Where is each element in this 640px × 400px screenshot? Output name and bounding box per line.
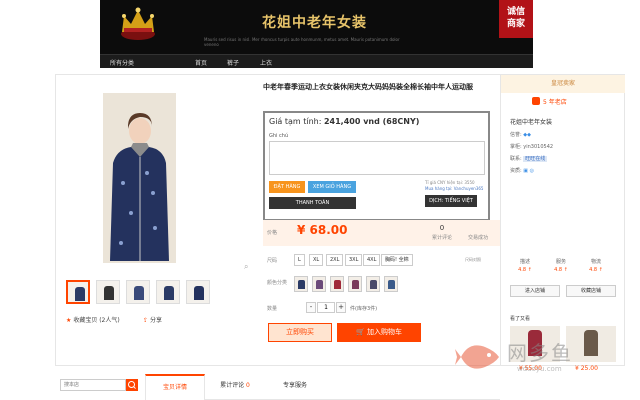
zoom-icon[interactable]: ⌕ — [244, 262, 248, 272]
enter-shop-button[interactable]: 进入店铺 — [510, 285, 560, 297]
buy-now-button[interactable]: 立即购买 — [268, 323, 332, 342]
watermark-url: wduoyu.com — [517, 365, 562, 373]
save-shop-button[interactable]: 收藏店铺 — [566, 285, 616, 297]
score-service: 服务 4.8 ↑ — [554, 259, 568, 273]
quantity-increment-button[interactable]: + — [336, 302, 346, 313]
shop-years-label: 5 年老店 — [543, 99, 567, 106]
checkout-button[interactable]: THANH TOÁN — [269, 197, 356, 209]
score-logistics: 物流 4.8 ↑ — [589, 259, 603, 273]
seller-header: 皇冠卖家 — [501, 75, 625, 93]
detail-tabs: 宝贝详情 累计评论 0 专享服务 — [145, 374, 500, 400]
nav-home[interactable]: 首页 — [195, 58, 207, 67]
translate-button[interactable]: DỊCH: TIẾNG VIỆT — [425, 195, 477, 207]
stock-text: 件(库存3件) — [350, 306, 378, 312]
size-label: 尺码 — [267, 258, 278, 264]
place-order-button[interactable]: ĐẶT HÀNG — [269, 181, 305, 193]
add-to-cart-label: 加入购物车 — [366, 328, 402, 336]
share-icon: ⇪ — [143, 317, 149, 324]
tab-item-details[interactable]: 宝贝详情 — [145, 374, 205, 400]
favorite-label: 收藏宝贝 (2人气) — [73, 317, 120, 324]
tab-reviews[interactable]: 累计评论 0 — [205, 374, 265, 400]
order-plugin-panel: Giá tạm tính: 241,400 vnd (68CNY) Ghi ch… — [263, 111, 490, 221]
size-chart-link[interactable]: 尺码对照 — [465, 257, 481, 263]
size-option-xl[interactable]: XL — [309, 254, 324, 266]
price-amount: ¥ 68.00 — [297, 223, 348, 237]
seller-owner: 掌柜: yin3010542 — [510, 144, 554, 150]
note-textarea[interactable] — [269, 141, 485, 175]
buyer-link[interactable]: Mua hàng tại: Vanchuyen365 — [425, 186, 483, 191]
search-icon[interactable] — [126, 379, 138, 391]
price-label: 价格 — [267, 230, 278, 236]
favorite-link[interactable]: ★ 收藏宝贝 (2人气) — [66, 315, 120, 324]
size-option-l[interactable]: L — [294, 254, 305, 266]
seller-qualification: 资质: ▣ ◎ — [510, 168, 534, 174]
star-icon: ★ — [66, 317, 72, 324]
sales-stat: 交易成功 — [463, 224, 493, 241]
size-option-2xl[interactable]: 2XL — [326, 254, 344, 266]
price-row: 价格 ¥ 68.00 0 累计评论 交易成功 — [263, 220, 500, 246]
badge-top: 诚信 — [506, 7, 525, 17]
product-title: 中老年春季运动上衣女装休闲夹克大码妈妈装全棉长袖中年人运动服 — [263, 83, 473, 91]
fish-logo-icon — [455, 345, 499, 369]
review-label: 累计评论 — [431, 235, 452, 241]
shop-nav: 所有分类 首页 裤子 上衣 — [100, 54, 533, 68]
crown-logo-icon — [121, 7, 155, 40]
color-swatch-1[interactable] — [294, 276, 308, 292]
color-swatch-5[interactable] — [366, 276, 380, 292]
nav-tops[interactable]: 上衣 — [260, 58, 272, 67]
banner-tagline: Mauris sed risus in nisl. Mer rhoncus tu… — [204, 37, 400, 47]
estimated-price-label: Giá tạm tính: — [269, 117, 322, 126]
tab-services[interactable]: 专享服务 — [265, 374, 325, 400]
seller-panel: 皇冠卖家 5 年老店 花姐中老年女装 信誉: ◆◆ 掌柜: yin3010542… — [500, 75, 625, 372]
quantity-decrement-button[interactable]: - — [306, 302, 316, 313]
product-main-image[interactable] — [103, 93, 176, 263]
cart-icon: 🛒 — [356, 328, 365, 336]
color-label: 颜色分类 — [267, 280, 288, 286]
seller-credit: 信誉: ◆◆ — [510, 132, 531, 138]
credit-badge: 诚信 商家 — [499, 0, 533, 38]
shop-age-icon — [532, 97, 540, 105]
share-link[interactable]: ⇪ 分享 — [143, 315, 162, 324]
thumbnail-3[interactable] — [126, 280, 150, 304]
share-label: 分享 — [149, 317, 162, 324]
view-cart-button[interactable]: XEM GIỎ HÀNG — [308, 181, 356, 193]
watermark-name: 网多鱼 — [507, 341, 573, 365]
sales-count — [463, 224, 493, 232]
color-swatch-3[interactable] — [330, 276, 344, 292]
estimated-price-value: 241,400 vnd (68CNY) — [323, 117, 420, 126]
quantity-label: 数量 — [267, 306, 278, 312]
size-option-3xl[interactable]: 3XL — [345, 254, 363, 266]
add-to-cart-button[interactable]: 🛒 加入购物车 — [337, 323, 421, 342]
color-swatch-4[interactable] — [348, 276, 362, 292]
thumbnail-4[interactable] — [156, 280, 180, 304]
score-description: 描述 4.8 ↑ — [518, 259, 532, 273]
quantity-input[interactable] — [317, 302, 335, 313]
shop-banner: 花姐中老年女装 Mauris sed risus in nisl. Mer rh… — [100, 0, 533, 68]
size-option-4xl[interactable]: 4XL — [363, 254, 381, 266]
watermark: 网多鱼 wduoyu.com — [455, 333, 615, 383]
shop-search-input[interactable] — [60, 379, 126, 391]
also-viewed-label: 看了又看 — [510, 316, 531, 322]
color-swatch-6[interactable] — [384, 276, 398, 292]
review-stat[interactable]: 0 累计评论 — [427, 224, 457, 241]
badge-bottom: 商家 — [506, 19, 525, 29]
nav-all-categories[interactable]: 所有分类 — [110, 58, 134, 67]
estimated-price: Giá tạm tính: 241,400 vnd (68CNY) — [269, 117, 419, 126]
nav-pants[interactable]: 裤子 — [227, 58, 239, 67]
exchange-rate-text: Tỉ giá CNY hiện tại: 3550 — [425, 180, 475, 185]
thumbnail-1[interactable] — [66, 280, 90, 304]
note-label: Ghi chú — [269, 133, 289, 139]
size-option-cotton[interactable]: 胸码! 全棉 — [381, 254, 413, 266]
thumbnail-2[interactable] — [96, 280, 120, 304]
color-swatch-2[interactable] — [312, 276, 326, 292]
store-name: 花姐中老年女装 — [262, 15, 367, 31]
shop-years: 5 年老店 — [532, 97, 567, 106]
seller-contact[interactable]: 联系: 旺旺在线 — [510, 155, 548, 162]
thumbnail-5[interactable] — [186, 280, 210, 304]
sales-label: 交易成功 — [467, 235, 488, 241]
review-count: 0 — [439, 224, 445, 232]
seller-shop-name[interactable]: 花姐中老年女装 — [510, 117, 552, 126]
